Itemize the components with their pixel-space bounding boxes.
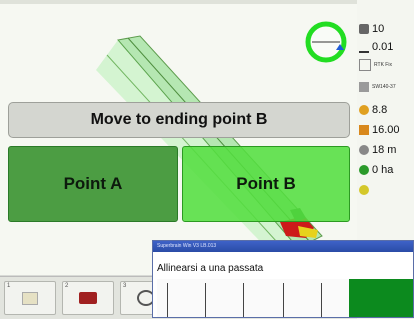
speed-icon <box>359 105 369 115</box>
alignment-popup: Superbrain Win V3 LB.013 Allinearsi a un… <box>152 240 414 318</box>
guidance-line <box>205 283 206 317</box>
point-b-button[interactable]: Point B <box>182 146 350 222</box>
speed-readout: 8.8 <box>359 103 387 117</box>
popup-message: Allinearsi a una passata <box>157 263 264 274</box>
signal-icon <box>359 59 371 71</box>
point-a-button[interactable]: Point A <box>8 146 178 222</box>
area-icon <box>359 165 369 175</box>
point-a-label: Point A <box>63 174 123 193</box>
popup-titlebar: Superbrain Win V3 LB.013 <box>153 241 413 252</box>
extra-readout <box>359 183 372 197</box>
point-b-label: Point B <box>236 174 296 193</box>
distance-icon <box>359 145 369 155</box>
toolbar-button-folder[interactable]: 1 <box>4 281 56 315</box>
device-readout: SW140-37 <box>359 80 396 94</box>
device-icon <box>359 82 369 92</box>
folder-icon <box>22 291 38 305</box>
guidance-line <box>167 283 168 317</box>
precision-icon <box>359 41 369 53</box>
popup-green-indicator <box>349 279 413 317</box>
satellite-icon <box>359 24 369 34</box>
satellites-readout: 10 <box>359 22 384 36</box>
width-icon <box>359 125 369 135</box>
width-readout: 16.00 <box>359 123 400 137</box>
guidance-line <box>243 283 244 317</box>
guidance-line <box>283 283 284 317</box>
coverage-icon <box>359 185 369 195</box>
rtk-readout: RTK Fix <box>359 58 392 72</box>
compass-icon <box>305 21 347 63</box>
instruction-banner: Move to ending point B <box>8 102 350 138</box>
area-readout: 0 ha <box>359 163 393 177</box>
tractor-icon <box>79 292 97 304</box>
guidance-line <box>321 283 322 317</box>
toolbar-button-tractor[interactable]: 2 <box>62 281 114 315</box>
distance-readout: 18 m <box>359 143 396 157</box>
precision-readout: 0.01 <box>359 40 393 54</box>
banner-text: Move to ending point B <box>90 111 268 128</box>
